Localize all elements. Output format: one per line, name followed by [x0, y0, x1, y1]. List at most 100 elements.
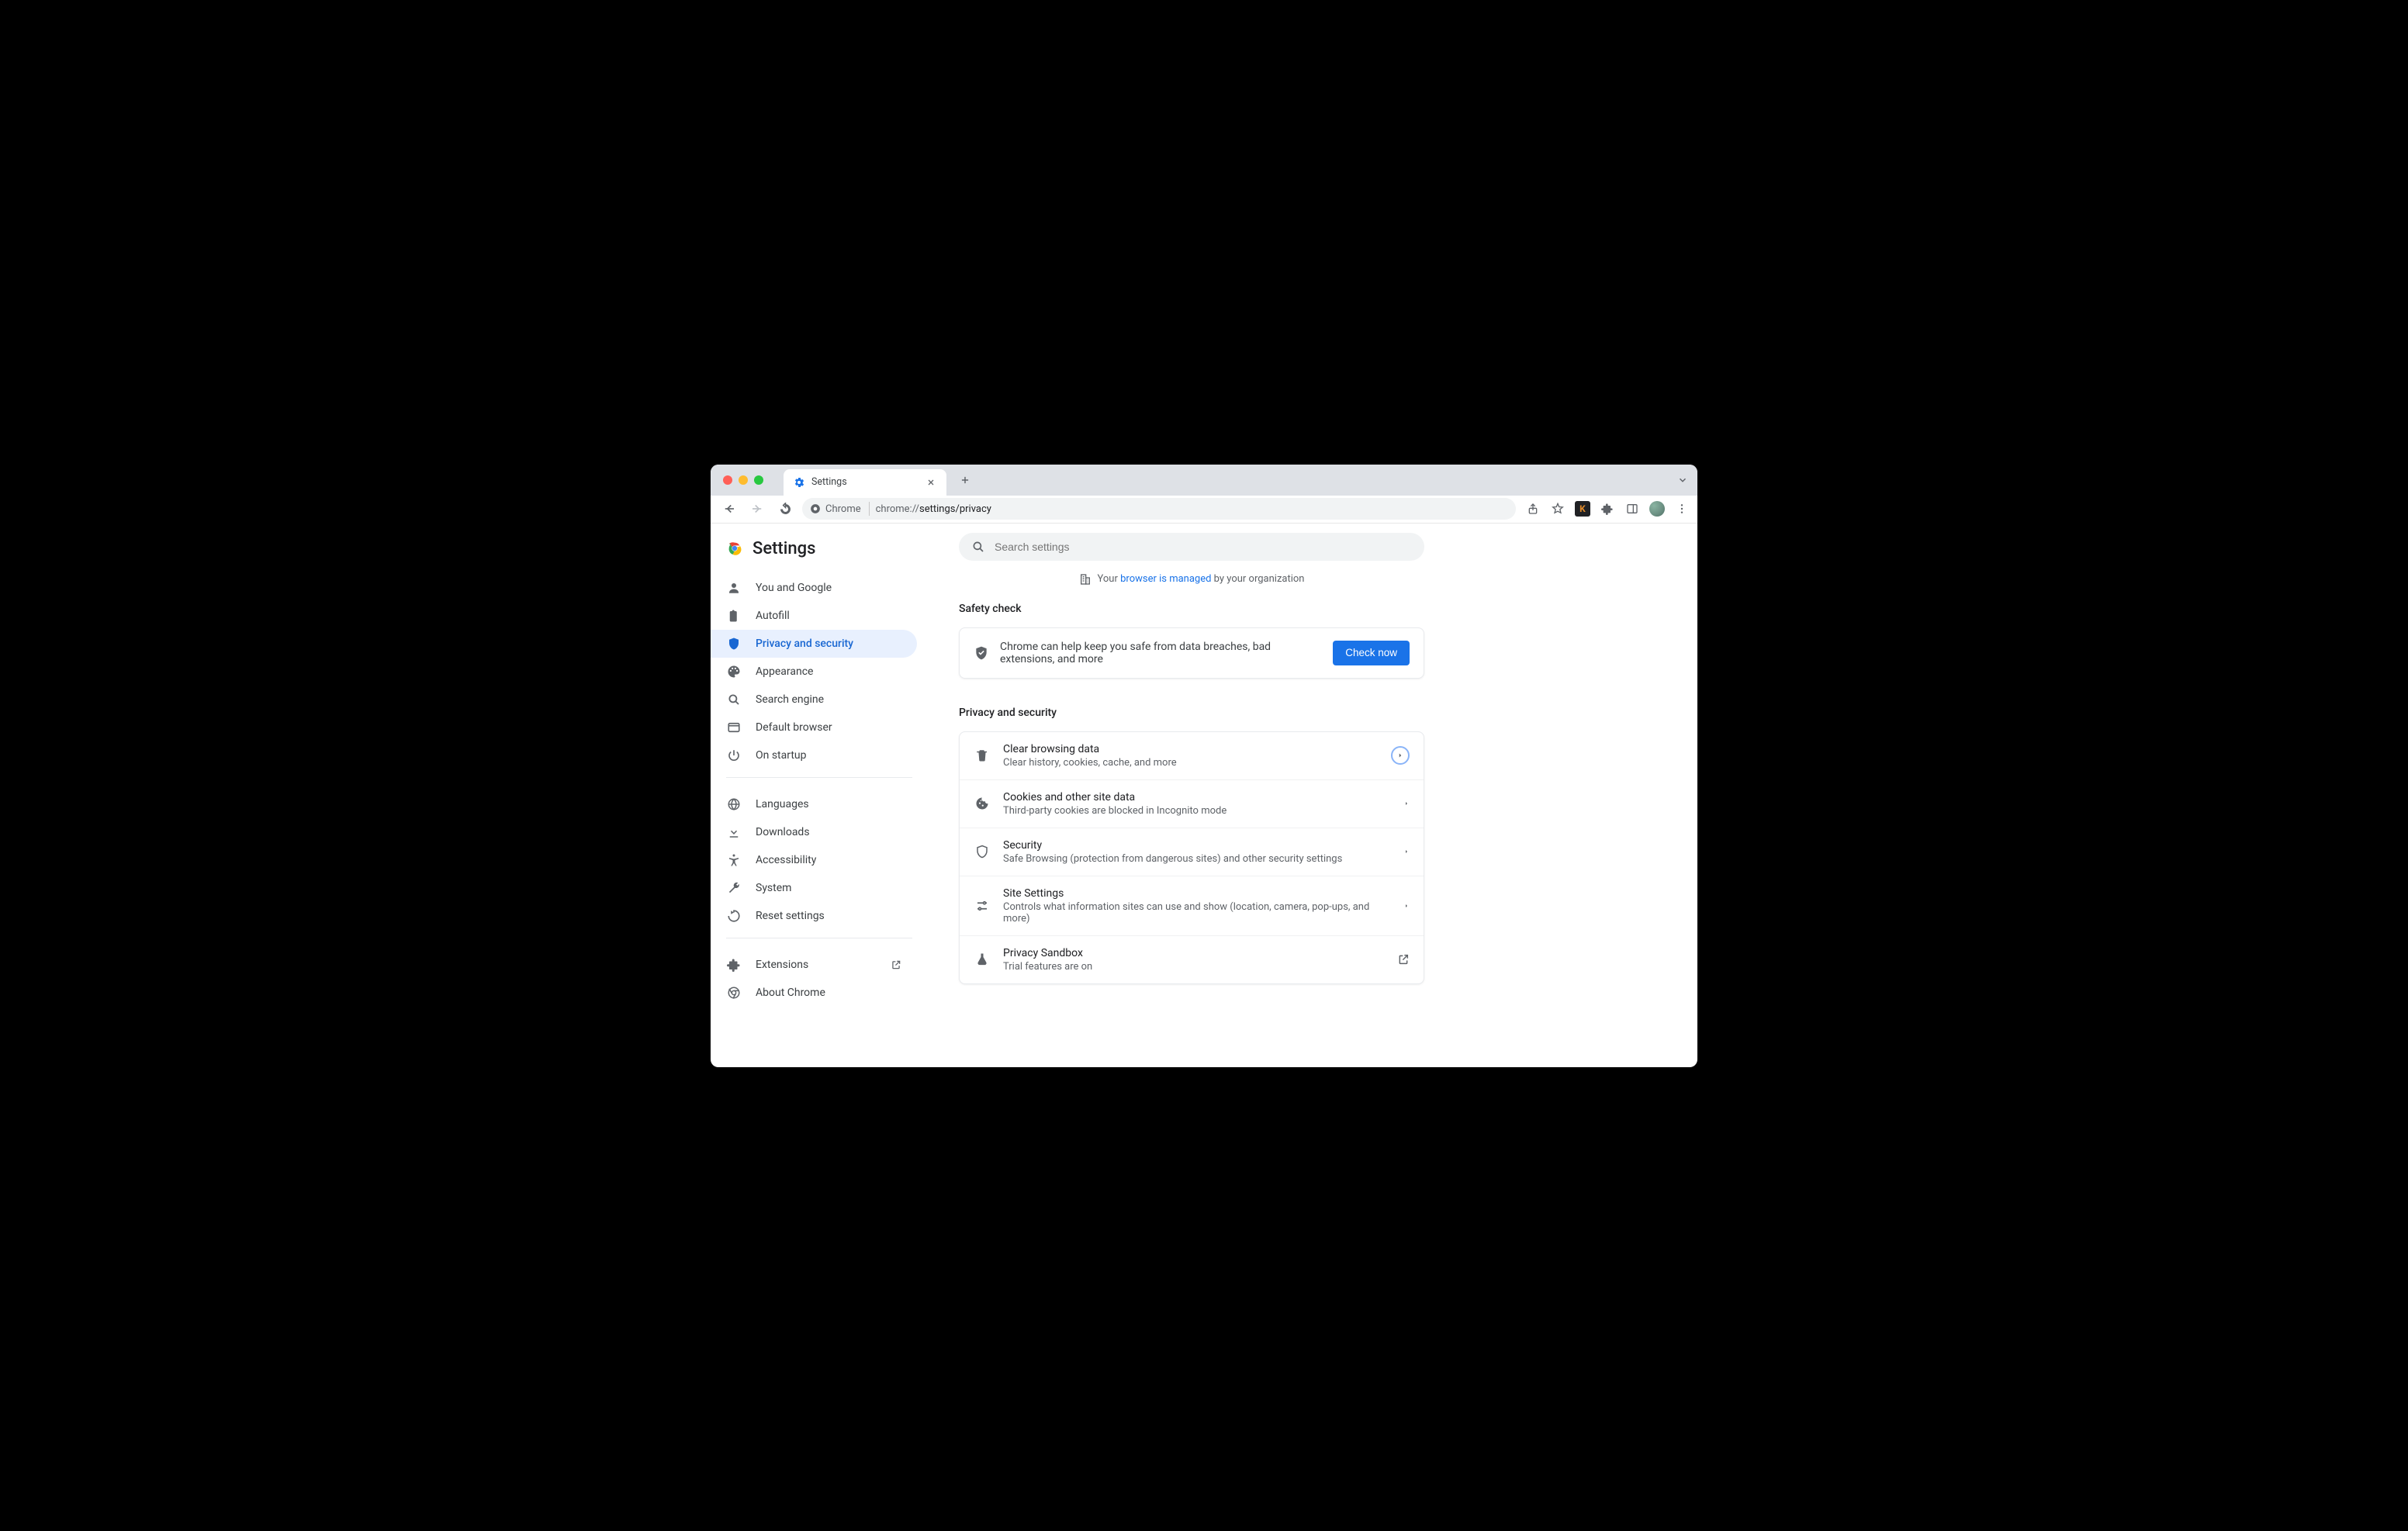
search-icon — [726, 692, 742, 707]
sidepanel-icon[interactable] — [1624, 501, 1640, 517]
flask-icon — [974, 952, 991, 966]
sidebar: Settings You and Google Autofill Privacy… — [711, 524, 928, 1067]
sidebar-item-downloads[interactable]: Downloads — [711, 818, 917, 846]
row-title: Privacy Sandbox — [1003, 947, 1385, 959]
row-subtitle: Third-party cookies are blocked in Incog… — [1003, 805, 1391, 817]
search-icon — [971, 540, 985, 554]
sidebar-item-appearance[interactable]: Appearance — [711, 658, 917, 686]
row-security[interactable]: Security Safe Browsing (protection from … — [960, 828, 1424, 876]
chevron-right-icon — [1403, 903, 1410, 909]
chevron-right-icon — [1403, 848, 1410, 855]
share-icon[interactable] — [1525, 501, 1541, 517]
external-link-icon — [1397, 953, 1410, 966]
section-title-privacy: Privacy and security — [959, 707, 1424, 719]
managed-text: Your browser is managed by your organiza… — [1098, 573, 1305, 585]
row-clear-browsing-data[interactable]: Clear browsing data Clear history, cooki… — [960, 732, 1424, 779]
url-text: chrome://settings/privacy — [876, 503, 1508, 515]
nav-primary: You and Google Autofill Privacy and secu… — [711, 569, 928, 769]
tab-strip: Settings — [711, 465, 1697, 496]
sidebar-item-label: Accessibility — [756, 854, 816, 866]
sidebar-item-autofill[interactable]: Autofill — [711, 602, 917, 630]
nav-tertiary: Extensions About Chrome — [711, 946, 928, 1007]
sidebar-item-reset-settings[interactable]: Reset settings — [711, 902, 917, 930]
chrome-logo-icon — [726, 540, 743, 557]
bookmark-icon[interactable] — [1550, 501, 1566, 517]
row-title: Cookies and other site data — [1003, 791, 1391, 804]
trash-icon — [974, 748, 991, 762]
toolbar-actions: K — [1522, 501, 1690, 517]
sidebar-item-label: You and Google — [756, 582, 832, 594]
maximize-window-button[interactable] — [754, 475, 763, 485]
sidebar-item-label: Languages — [756, 798, 809, 810]
gear-icon — [793, 476, 805, 489]
site-chip: Chrome — [810, 502, 870, 516]
restore-icon — [726, 908, 742, 924]
back-button[interactable] — [718, 498, 740, 520]
puzzle-icon — [726, 957, 742, 973]
sidebar-item-system[interactable]: System — [711, 874, 917, 902]
sidebar-item-label: System — [756, 882, 791, 894]
sidebar-item-label: Autofill — [756, 610, 790, 622]
download-icon — [726, 824, 742, 840]
sidebar-item-default-browser[interactable]: Default browser — [711, 714, 917, 741]
tab-title: Settings — [811, 476, 919, 488]
building-icon — [1079, 573, 1092, 586]
content-area: Settings You and Google Autofill Privacy… — [711, 524, 1697, 1067]
search-bar[interactable] — [959, 533, 1424, 561]
browser-window: Settings Chrome chrome://s — [711, 465, 1697, 1067]
forward-button[interactable] — [746, 498, 768, 520]
search-input[interactable] — [995, 541, 1412, 553]
chrome-outline-icon — [726, 985, 742, 1001]
wrench-icon — [726, 880, 742, 896]
close-window-button[interactable] — [723, 475, 732, 485]
browser-icon — [726, 720, 742, 735]
new-tab-button[interactable] — [954, 469, 976, 491]
managed-banner: Your browser is managed by your organiza… — [959, 573, 1424, 586]
sidebar-item-label: On startup — [756, 749, 807, 762]
globe-icon — [726, 797, 742, 812]
sidebar-item-languages[interactable]: Languages — [711, 790, 917, 818]
minimize-window-button[interactable] — [739, 475, 748, 485]
sidebar-item-you-and-google[interactable]: You and Google — [711, 574, 917, 602]
privacy-card: Clear browsing data Clear history, cooki… — [959, 731, 1424, 984]
nav-secondary: Languages Downloads Accessibility System… — [711, 786, 928, 930]
sidebar-item-on-startup[interactable]: On startup — [711, 741, 917, 769]
sidebar-item-label: Downloads — [756, 826, 810, 838]
sidebar-item-label: Search engine — [756, 693, 824, 706]
row-title: Security — [1003, 839, 1391, 852]
extension-k-icon[interactable]: K — [1575, 501, 1590, 517]
safety-text: Chrome can help keep you safe from data … — [1000, 641, 1322, 665]
row-cookies[interactable]: Cookies and other site data Third-party … — [960, 779, 1424, 828]
chevron-right-icon — [1403, 800, 1410, 807]
shield-icon — [974, 845, 991, 859]
kebab-menu-icon[interactable] — [1674, 501, 1690, 517]
row-privacy-sandbox[interactable]: Privacy Sandbox Trial features are on — [960, 935, 1424, 983]
sidebar-item-privacy-and-security[interactable]: Privacy and security — [711, 630, 917, 658]
profile-avatar[interactable] — [1649, 501, 1665, 517]
address-bar[interactable]: Chrome chrome://settings/privacy — [802, 498, 1516, 520]
settings-brand: Settings — [711, 533, 928, 569]
chevron-right-icon — [1391, 746, 1410, 765]
row-title: Site Settings — [1003, 887, 1391, 900]
close-tab-button[interactable] — [925, 476, 937, 489]
sidebar-item-extensions[interactable]: Extensions — [711, 951, 917, 979]
sidebar-item-label: About Chrome — [756, 987, 825, 999]
sidebar-item-accessibility[interactable]: Accessibility — [711, 846, 917, 874]
section-title-safety: Safety check — [959, 603, 1424, 615]
check-now-button[interactable]: Check now — [1333, 641, 1410, 665]
safety-check-card: Chrome can help keep you safe from data … — [959, 627, 1424, 679]
reload-button[interactable] — [774, 498, 796, 520]
power-icon — [726, 748, 742, 763]
browser-tab[interactable]: Settings — [784, 469, 946, 496]
cookie-icon — [974, 797, 991, 810]
sidebar-item-about-chrome[interactable]: About Chrome — [711, 979, 917, 1007]
extensions-icon[interactable] — [1600, 501, 1615, 517]
shield-check-icon — [974, 645, 989, 661]
row-site-settings[interactable]: Site Settings Controls what information … — [960, 876, 1424, 935]
tabs-dropdown-button[interactable] — [1677, 475, 1688, 486]
managed-link[interactable]: browser is managed — [1120, 573, 1211, 585]
shield-icon — [726, 636, 742, 651]
nav-separator — [726, 777, 912, 778]
main-panel: Your browser is managed by your organiza… — [928, 524, 1697, 1067]
sidebar-item-search-engine[interactable]: Search engine — [711, 686, 917, 714]
